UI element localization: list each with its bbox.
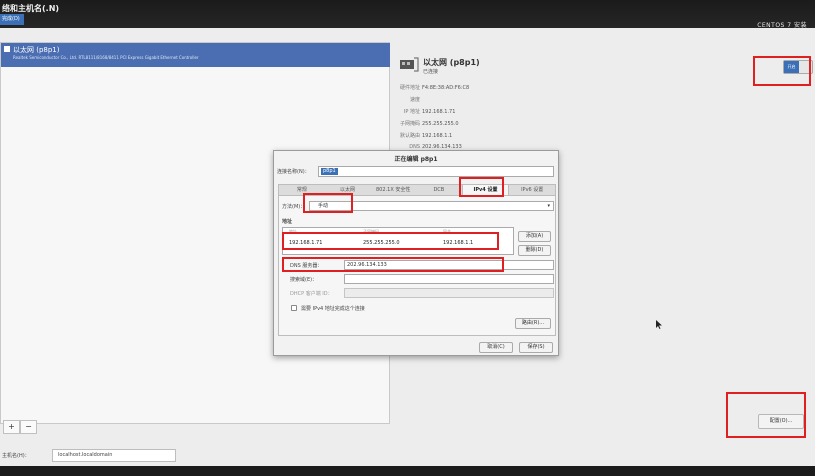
chevron-down-icon: ▾ xyxy=(547,203,550,209)
tab-dcb[interactable]: DCB xyxy=(416,185,462,195)
annotation-box-ipv4-tab xyxy=(459,177,504,197)
connection-name-input[interactable]: p8p1 xyxy=(318,166,554,177)
annotation-box-dns xyxy=(282,257,504,272)
detail-speed: 速度 xyxy=(409,97,420,103)
connection-name-value: p8p1 xyxy=(321,168,338,175)
details-status: 已连接 xyxy=(423,69,439,75)
cancel-button[interactable]: 取消(C) xyxy=(479,342,513,353)
dialog-title: 正在编辑 p8p1 xyxy=(394,156,438,163)
method-label: 方法(M)： xyxy=(282,204,306,210)
hostname-label: 主机名(H)： xyxy=(2,453,30,459)
done-button[interactable]: 完成(D) xyxy=(0,14,24,25)
page-title: 络和主机名(.N) xyxy=(2,4,60,13)
device-details: 以太网 (p8p1) 已连接 硬件地址 F4:8E:38:AD:F6:C8 速度 … xyxy=(396,54,656,154)
device-name: 以太网 (p8p1) xyxy=(13,46,60,54)
connection-name-label: 连接名称(N)： xyxy=(277,169,310,175)
edit-connection-dialog: 正在编辑 p8p1 连接名称(N)： p8p1 常规 以太网 802.1X 安全… xyxy=(273,150,559,356)
add-device-button[interactable]: + xyxy=(3,420,20,434)
require-ipv4-checkbox[interactable] xyxy=(291,305,297,311)
monitor-bezel xyxy=(0,466,815,476)
device-list-toolbar: + − xyxy=(3,420,37,434)
annotation-box-method xyxy=(303,193,353,213)
detail-ip: IP 地址 192.168.1.71 xyxy=(403,109,456,115)
mouse-pointer-icon xyxy=(656,320,662,329)
dhcp-client-id-row: DHCP 客户端 ID： xyxy=(282,288,554,298)
hostname-input[interactable]: localhost.localdomain xyxy=(52,449,176,462)
require-ipv4-label: 需要 IPv4 地址完成这个连接 xyxy=(301,306,365,312)
top-bar: 络和主机名(.N) 完成(D) CENTOS 7 安装 xyxy=(0,0,815,29)
tab-8021x-security[interactable]: 802.1X 安全性 xyxy=(370,185,416,195)
details-device-name: 以太网 (p8p1) xyxy=(423,58,480,67)
dhcp-client-id-label: DHCP 客户端 ID： xyxy=(290,291,333,297)
delete-address-button[interactable]: 删除(D) xyxy=(518,245,551,256)
routes-button[interactable]: 路由(R)... xyxy=(515,318,551,329)
detail-gateway: 默认路由 192.168.1.1 xyxy=(399,133,453,139)
annotation-box-address xyxy=(282,232,499,250)
add-address-button[interactable]: 添加(A) xyxy=(518,231,551,242)
save-button[interactable]: 保存(S) xyxy=(519,342,553,353)
detail-hw-address: 硬件地址 F4:8E:38:AD:F6:C8 xyxy=(399,85,470,91)
tab-ipv6-settings[interactable]: IPv6 设置 xyxy=(509,185,555,195)
address-section-label: 地址 xyxy=(282,219,293,225)
annotation-box-toggle xyxy=(753,56,811,86)
search-domains-label: 搜索域(E)： xyxy=(290,277,318,283)
search-domains-input[interactable] xyxy=(344,274,554,284)
search-domains-row: 搜索域(E)： xyxy=(282,274,554,284)
remove-device-button[interactable]: − xyxy=(20,420,37,434)
device-description: Realtek Semiconductor Co., Ltd. RTL8111/… xyxy=(13,55,199,60)
device-list-item-p8p1[interactable]: 以太网 (p8p1) Realtek Semiconductor Co., Lt… xyxy=(1,43,390,67)
detail-netmask: 子网掩码 255.255.255.0 xyxy=(399,121,459,127)
ethernet-device-icon xyxy=(4,46,10,52)
dhcp-client-id-input[interactable] xyxy=(344,288,554,298)
annotation-box-configure xyxy=(726,392,806,438)
network-card-icon xyxy=(400,57,419,72)
